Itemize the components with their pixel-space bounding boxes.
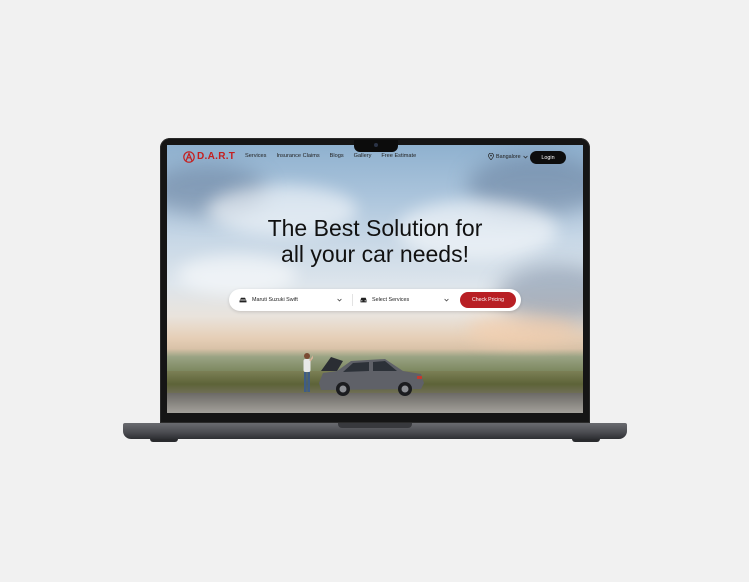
chevron-down-icon (522, 155, 528, 159)
laptop-hinge-notch (338, 423, 412, 428)
chevron-down-icon (337, 298, 342, 302)
car-front-icon (360, 297, 367, 303)
chevron-down-icon (444, 298, 449, 302)
laptop-chin (167, 413, 583, 422)
nav-link-insurance-claims[interactable]: Insurance Claims (276, 153, 319, 159)
login-button[interactable]: Login (530, 151, 566, 164)
hero-title-line-1: The Best Solution for (267, 215, 483, 241)
hero-title: The Best Solution for all your car needs… (167, 215, 583, 267)
hero-title-line-2: all your car needs! (281, 241, 469, 267)
nav-links: Services Insurance Claims Blogs Gallery … (245, 153, 416, 159)
car-image (319, 357, 424, 396)
check-pricing-button[interactable]: Check Pricing (460, 292, 516, 308)
person-image (303, 353, 313, 392)
nav-link-free-estimate[interactable]: Free Estimate (381, 153, 416, 159)
brand-logo[interactable]: D.A.R.T (183, 151, 235, 163)
website-screen: D.A.R.T Services Insurance Claims Blogs … (167, 145, 583, 413)
laptop-foot (572, 439, 600, 442)
field-divider (352, 294, 353, 306)
car-icon (239, 297, 247, 303)
location-selector[interactable]: Bangalore (488, 153, 528, 160)
service-placeholder: Select Services (372, 297, 410, 303)
cloud (467, 315, 577, 345)
nav-link-gallery[interactable]: Gallery (354, 153, 372, 159)
nav-link-services[interactable]: Services (245, 153, 266, 159)
location-pin-icon (488, 153, 494, 160)
pricing-search-bar: Maruti Suzuki Swift Select Services Chec… (229, 289, 521, 311)
service-select[interactable]: Select Services (360, 289, 409, 311)
nav-link-blogs[interactable]: Blogs (330, 153, 344, 159)
camera-notch (354, 140, 398, 152)
location-label: Bangalore (496, 153, 521, 160)
laptop-mockup: D.A.R.T Services Insurance Claims Blogs … (0, 0, 749, 582)
camera-icon (374, 143, 378, 147)
logo-mark-icon (183, 151, 195, 163)
logo-text: D.A.R.T (197, 151, 236, 162)
car-model-select[interactable]: Maruti Suzuki Swift (239, 289, 298, 311)
car-model-value: Maruti Suzuki Swift (252, 297, 298, 303)
laptop-foot (150, 439, 178, 442)
